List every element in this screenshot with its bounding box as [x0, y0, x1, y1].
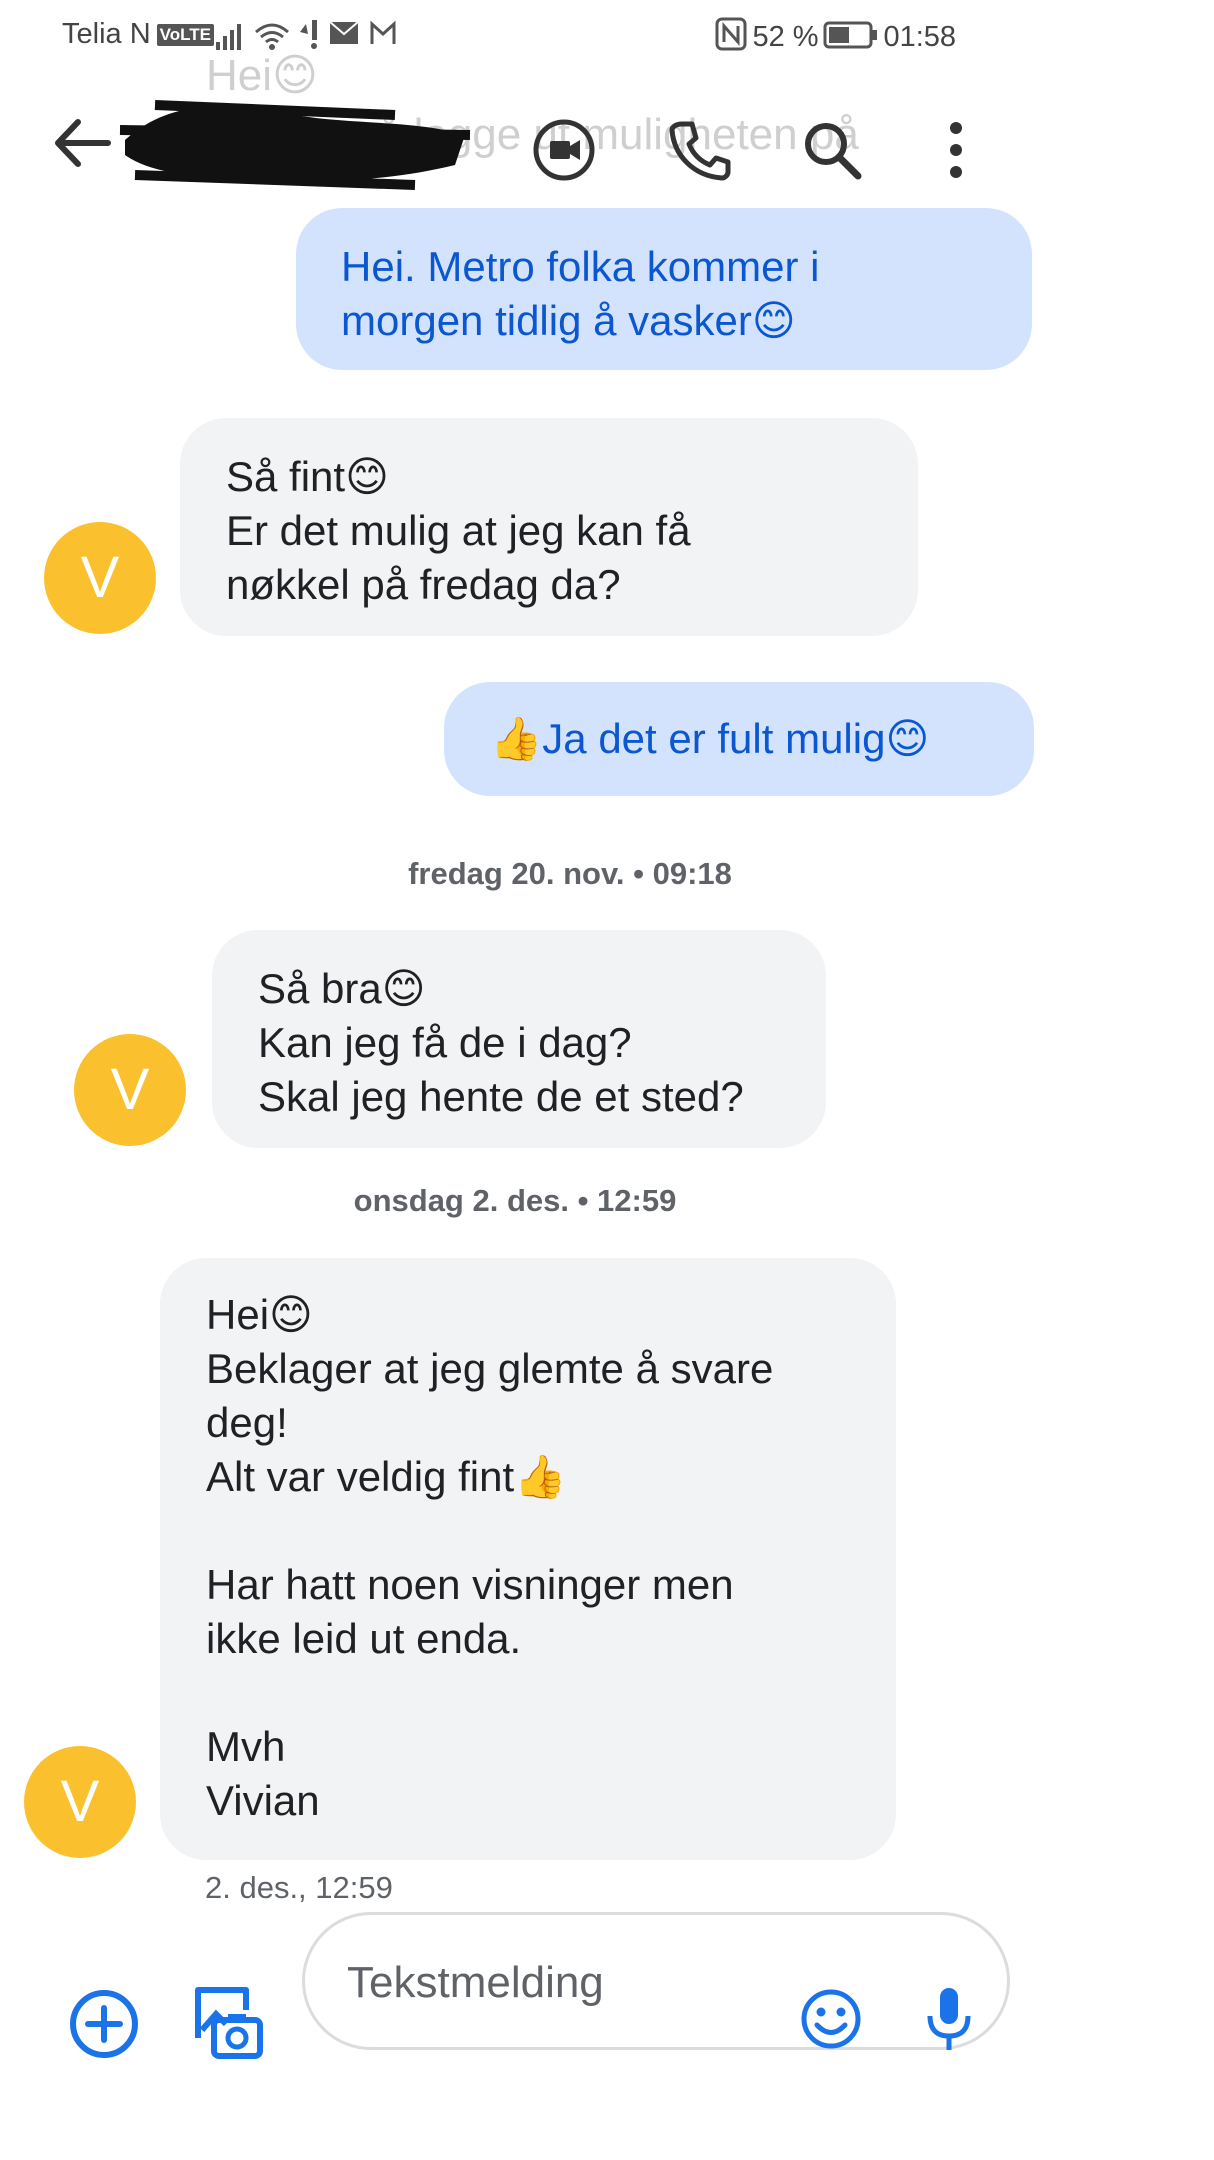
wifi-icon: [255, 23, 289, 44]
search-icon[interactable]: [794, 112, 870, 188]
avatar[interactable]: V: [24, 1746, 136, 1858]
volte-badge: VoLTE: [156, 24, 214, 46]
status-right: 52 % 01:58: [714, 16, 956, 54]
message-input[interactable]: [345, 1945, 769, 2021]
more-vert-icon[interactable]: [918, 112, 994, 188]
video-call-icon[interactable]: [526, 112, 602, 188]
mail-icon: [329, 21, 359, 44]
signal-icon: [216, 24, 241, 50]
message-bubble-outgoing[interactable]: 👍Ja det er fult mulig😊: [444, 682, 1034, 796]
message-bubble-incoming[interactable]: Hei😊 Beklager at jeg glemte å svare deg!…: [160, 1258, 896, 1860]
date-separator: fredag 20. nov. • 09:18: [408, 856, 732, 891]
avatar[interactable]: V: [44, 522, 156, 634]
message-bubble-incoming[interactable]: Så fint😊 Er det mulig at jeg kan få nøkk…: [180, 418, 918, 636]
gallery-camera-icon[interactable]: [184, 1980, 268, 2064]
message-composer[interactable]: [302, 1912, 1010, 2050]
avatar[interactable]: V: [74, 1034, 186, 1146]
emoji-icon[interactable]: [796, 1984, 866, 2054]
carrier-label: Telia N VoLTE: [62, 18, 214, 51]
back-arrow-icon[interactable]: [48, 108, 118, 178]
mic-icon[interactable]: [914, 1982, 984, 2056]
clock: 01:58: [883, 21, 957, 53]
date-separator: onsdag 2. des. • 12:59: [353, 1183, 677, 1218]
notification-alert-icon: [300, 20, 317, 49]
status-bar: Telia N VoLTE 52 % 01:58: [0, 0, 1214, 70]
battery-icon: [823, 21, 878, 49]
message-bubble-outgoing[interactable]: Hei. Metro folka kommer i morgen tidlig …: [296, 208, 1032, 370]
message-timestamp: 2. des., 12:59: [205, 1870, 393, 1905]
add-circle-icon[interactable]: [64, 1984, 144, 2064]
phone-icon[interactable]: [662, 112, 738, 188]
nfc-icon: [715, 17, 747, 51]
redacted-contact-name: [119, 100, 471, 190]
message-bubble-incoming[interactable]: Så bra😊 Kan jeg få de i dag? Skal jeg he…: [212, 930, 826, 1148]
carrier-name: Telia N: [62, 18, 151, 50]
battery-percent: 52 %: [752, 21, 819, 53]
gmail-icon: [370, 20, 396, 44]
